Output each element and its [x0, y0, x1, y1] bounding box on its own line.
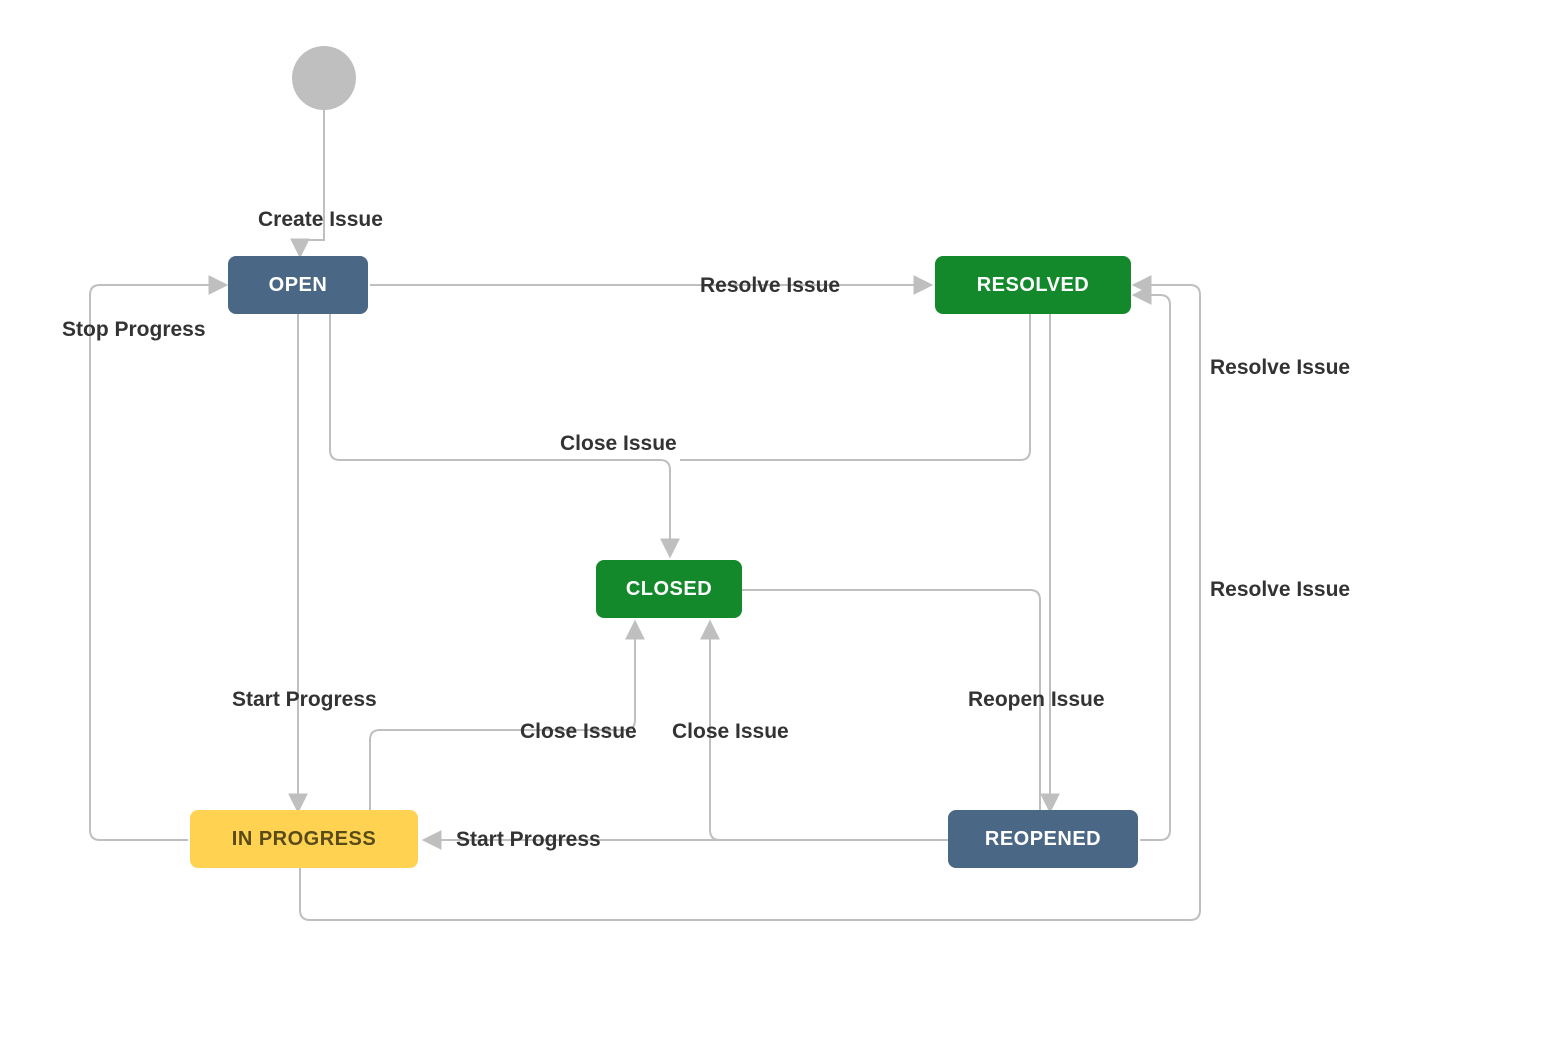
label-close-issue-3: Close Issue	[672, 720, 789, 744]
state-closed: CLOSED	[596, 560, 742, 618]
label-close-issue-2: Close Issue	[520, 720, 637, 744]
state-open: OPEN	[228, 256, 368, 314]
label-resolve-issue-1: Resolve Issue	[700, 274, 840, 298]
edge-inprogress-open	[90, 285, 225, 840]
label-reopen-issue: Reopen Issue	[968, 688, 1105, 712]
state-reopened: REOPENED	[948, 810, 1138, 868]
label-start-progress-2: Start Progress	[456, 828, 601, 852]
label-create-issue: Create Issue	[258, 208, 383, 232]
label-resolve-issue-2: Resolve Issue	[1210, 356, 1350, 380]
state-resolved: RESOLVED	[935, 256, 1131, 314]
workflow-diagram: OPEN RESOLVED CLOSED REOPENED IN PROGRES…	[0, 0, 1557, 1047]
edge-inprogress-closed	[370, 623, 635, 810]
edges-layer	[0, 0, 1557, 1047]
edge-reopened-resolved	[1135, 295, 1170, 840]
edge-create-issue	[300, 110, 324, 255]
edge-resolved-closed	[680, 313, 1030, 460]
label-start-progress-1: Start Progress	[232, 688, 377, 712]
label-resolve-issue-3: Resolve Issue	[1210, 578, 1350, 602]
start-node	[292, 46, 356, 110]
state-in-progress: IN PROGRESS	[190, 810, 418, 868]
label-close-issue-1: Close Issue	[560, 432, 677, 456]
label-stop-progress: Stop Progress	[62, 318, 206, 342]
